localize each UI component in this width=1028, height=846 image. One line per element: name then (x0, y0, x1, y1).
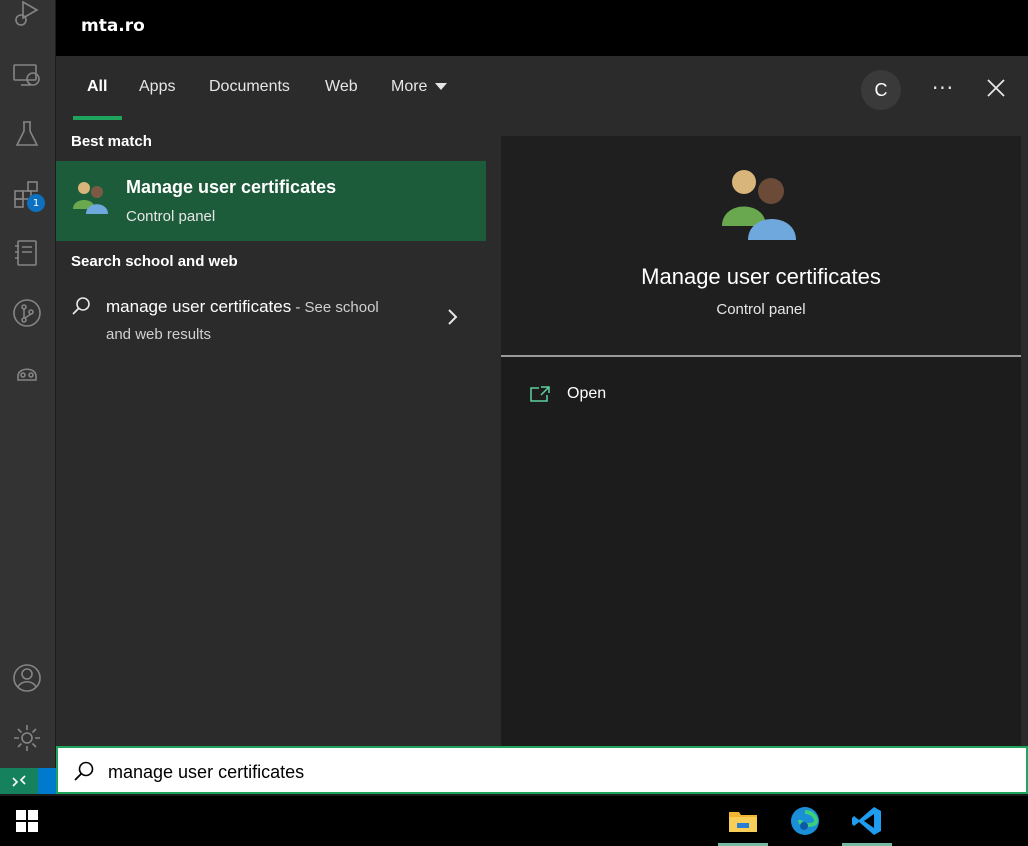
flyout-titlebar: mta.ro (56, 0, 1028, 56)
vscode-icon (852, 807, 881, 835)
taskbar-vscode[interactable] (842, 796, 892, 846)
best-match-item[interactable]: Manage user certificates Control panel (56, 161, 486, 241)
tab-more[interactable]: More (391, 78, 448, 96)
tab-more-label: More (391, 78, 428, 95)
web-result-suffix-line2: and web results (106, 326, 212, 343)
web-results-heading: Search school and web (71, 253, 238, 270)
testing-flask-icon[interactable] (9, 116, 45, 152)
taskbar (0, 796, 1028, 846)
tab-all[interactable]: All (87, 78, 107, 96)
users-certificates-icon (73, 182, 108, 214)
more-options-button[interactable]: ··· (928, 70, 958, 106)
users-certificates-icon (722, 170, 796, 240)
search-icon (72, 297, 90, 315)
results-pane: Best match Manage user certificates Cont… (56, 122, 486, 747)
run-debug-icon[interactable] (9, 0, 45, 32)
best-match-heading: Best match (71, 133, 152, 150)
edge-browser-icon (791, 807, 819, 835)
tab-web[interactable]: Web (325, 78, 358, 96)
search-icon (74, 761, 94, 781)
taskbar-file-explorer[interactable] (718, 796, 768, 846)
search-input[interactable] (106, 757, 990, 787)
notebook-icon[interactable] (9, 235, 45, 271)
taskbar-edge[interactable] (780, 796, 830, 846)
open-action-label: Open (567, 385, 607, 402)
best-match-type: Control panel (126, 208, 216, 225)
best-match-name: Manage user certificates (126, 177, 337, 197)
tab-documents[interactable]: Documents (209, 78, 290, 96)
web-search-result[interactable]: manage user certificates - See school an… (56, 284, 486, 354)
remote-explorer-icon[interactable] (9, 57, 45, 93)
remote-icon (12, 775, 26, 787)
account-avatar-button[interactable]: C (861, 70, 901, 110)
preview-header: Manage user certificates Control panel (501, 136, 1021, 356)
remote-status-button[interactable] (0, 768, 38, 794)
tab-apps[interactable]: Apps (139, 78, 175, 96)
chevron-right-icon (448, 309, 458, 325)
search-box (56, 746, 1028, 794)
settings-gear-icon[interactable] (9, 720, 45, 756)
copilot-icon[interactable] (9, 354, 45, 390)
web-result-text: manage user certificates - See school an… (106, 294, 426, 348)
web-result-query: manage user certificates (106, 297, 292, 316)
open-external-icon (530, 386, 550, 402)
window-title: mta.ro (81, 16, 145, 36)
preview-pane: Manage user certificates Control panel O… (501, 136, 1021, 747)
preview-divider (501, 355, 1021, 357)
extensions-badge: 1 (27, 194, 45, 212)
file-explorer-icon (729, 812, 757, 832)
windows-logo-icon (16, 810, 38, 832)
open-action[interactable]: Open (529, 379, 606, 409)
close-icon (987, 79, 1005, 97)
account-icon[interactable] (9, 660, 45, 696)
status-bar-segment[interactable] (38, 768, 56, 794)
close-button[interactable] (981, 73, 1011, 103)
search-flyout: mta.ro All Apps Documents Web More C ···… (56, 0, 1028, 794)
preview-type: Control panel (716, 301, 806, 318)
web-result-suffix: - See school (291, 299, 379, 316)
preview-title: Manage user certificates (641, 264, 881, 289)
chevron-down-icon (435, 83, 448, 91)
start-button[interactable] (16, 810, 38, 836)
activity-bar: 1 (0, 0, 55, 768)
search-tabs: All Apps Documents Web More C ··· (56, 56, 1028, 122)
active-tab-indicator (73, 116, 122, 120)
source-control-icon[interactable] (9, 295, 45, 331)
